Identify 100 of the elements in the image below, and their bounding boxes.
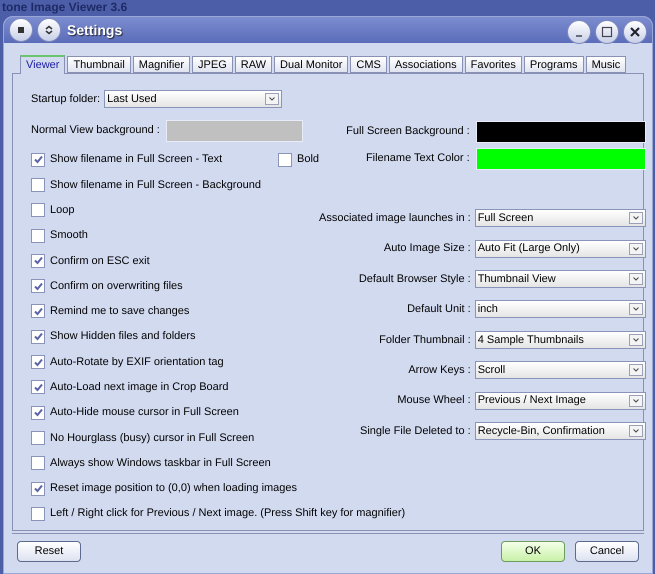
checkbox[interactable] [31, 279, 45, 294]
field-label: Default Unit : [407, 302, 471, 318]
dropdown[interactable]: Thumbnail View [474, 270, 646, 288]
field-label: Full Screen Background : [346, 124, 470, 140]
checkbox-label: Left / Right click for Previous / Next image. (Press Shift key for magnifier) [50, 506, 406, 522]
check-icon [34, 358, 42, 367]
check-icon [34, 282, 42, 291]
check-icon [34, 382, 42, 392]
checkbox[interactable] [31, 178, 45, 192]
dropdown[interactable]: 4 Sample Thumbnails [474, 330, 646, 349]
checkbox-label: Smooth [50, 228, 88, 244]
dropdown-value: Scroll [478, 362, 506, 378]
checkbox-label: Confirm on overwriting files [50, 278, 183, 294]
checkbox-label: Auto-Hide mouse cursor in Full Screen [50, 405, 239, 420]
close-button[interactable] [623, 20, 647, 44]
tab[interactable]: RAW [234, 56, 272, 73]
chevron-down-icon [628, 212, 643, 224]
field-label: Single File Deleted to : [360, 424, 471, 439]
checkbox-label: Auto-Load next image in Crop Board [50, 380, 229, 396]
dropdown-value: Auto Fit (Large Only) [478, 241, 580, 256]
dropdown-value: Previous / Next Image [478, 393, 586, 408]
tab[interactable]: Dual Monitor [274, 56, 348, 73]
roll-up-button[interactable] [37, 18, 61, 42]
checkbox[interactable] [31, 406, 45, 420]
dropdown-value: Full Screen [478, 210, 534, 226]
dropdown[interactable]: Last Used [104, 90, 282, 108]
checkbox-label: Show filename in Full Screen - Background [50, 178, 261, 193]
checkbox-label: Show filename in Full Screen - Text [50, 152, 224, 168]
chevron-down-icon [628, 424, 643, 437]
checkbox-label: Auto-Rotate by EXIF orientation tag [50, 354, 224, 370]
dropdown[interactable]: Full Screen [474, 209, 646, 228]
checkbox[interactable] [31, 152, 45, 167]
window-menu-button[interactable] [9, 18, 33, 42]
dropdown-value: inch [478, 302, 498, 318]
dialog-button[interactable]: Cancel [575, 541, 639, 562]
check-icon [34, 256, 42, 266]
checkbox-label: Loop [50, 202, 74, 218]
dropdown[interactable]: Recycle-Bin, Confirmation [474, 422, 646, 440]
up-down-chevron-icon [44, 25, 54, 35]
checkbox[interactable] [278, 152, 292, 167]
maximize-button[interactable] [595, 20, 619, 44]
field-label: Mouse Wheel : [397, 393, 471, 408]
tab[interactable]: Viewer [20, 55, 66, 74]
maximize-icon [601, 26, 613, 38]
chevron-down-icon [628, 364, 643, 376]
stop-icon [17, 26, 25, 34]
field-label: Default Browser Style : [358, 272, 471, 287]
tab[interactable]: JPEG [192, 56, 233, 73]
checkbox-label: Confirm on ESC exit [50, 254, 150, 269]
checkbox[interactable] [31, 355, 45, 370]
chevron-down-icon [628, 394, 643, 407]
tab[interactable]: Magnifier [132, 56, 190, 73]
checkbox[interactable] [31, 482, 45, 496]
color-swatch[interactable] [476, 120, 646, 142]
dropdown-value: 4 Sample Thumbnails [478, 332, 584, 348]
field-label: Folder Thumbnail : [379, 332, 471, 348]
field-label: Normal View background : [31, 123, 160, 138]
dialog-button[interactable]: OK [501, 541, 565, 562]
checkbox[interactable] [31, 430, 45, 445]
checkbox-label: Reset image position to (0,0) when loading images [50, 481, 298, 496]
tab[interactable]: Programs [524, 56, 584, 73]
dropdown-value: Thumbnail View [478, 272, 556, 287]
dropdown-value: Recycle-Bin, Confirmation [478, 424, 605, 439]
dropdown[interactable]: Scroll [474, 361, 646, 380]
checkbox-label: Always show Windows taskbar in Full Screen [50, 456, 271, 471]
checkbox[interactable] [31, 304, 45, 318]
checkbox[interactable] [31, 254, 45, 268]
checkbox[interactable] [31, 380, 45, 394]
checkbox-label: Bold [297, 152, 320, 168]
field-label: Filename Text Color : [366, 151, 470, 166]
tab[interactable]: CMS [350, 56, 387, 73]
field-label: Associated image launches in : [319, 210, 471, 226]
tab[interactable]: Associations [388, 56, 463, 73]
close-icon [629, 26, 641, 38]
tab[interactable]: Thumbnail [67, 56, 131, 73]
color-swatch[interactable] [166, 120, 303, 142]
checkbox[interactable] [31, 506, 45, 521]
checkbox[interactable] [31, 456, 45, 470]
chevron-down-icon [628, 272, 643, 285]
checkbox[interactable] [31, 330, 45, 344]
checkbox-label: Show Hidden files and folders [50, 329, 196, 344]
color-swatch[interactable] [476, 148, 646, 170]
dropdown[interactable]: Previous / Next Image [474, 392, 646, 410]
chevron-down-icon [628, 303, 643, 316]
checkbox[interactable] [31, 228, 45, 243]
tab[interactable]: Music [586, 56, 626, 73]
field-label: Startup folder: [31, 92, 100, 107]
dropdown[interactable]: inch [474, 300, 646, 318]
dialog-button[interactable]: Reset [17, 541, 81, 562]
tab[interactable]: Favorites [464, 56, 522, 73]
minimize-button[interactable] [567, 20, 591, 44]
check-icon [34, 484, 42, 493]
dropdown-value: Last Used [107, 92, 157, 107]
chevron-down-icon [628, 242, 643, 255]
checkbox-label: Remind me to save changes [50, 304, 190, 320]
window-title: Settings [67, 20, 122, 40]
dropdown[interactable]: Auto Fit (Large Only) [474, 240, 646, 258]
field-label: Auto Image Size : [384, 241, 471, 256]
checkbox[interactable] [31, 203, 45, 218]
check-icon [34, 306, 42, 316]
